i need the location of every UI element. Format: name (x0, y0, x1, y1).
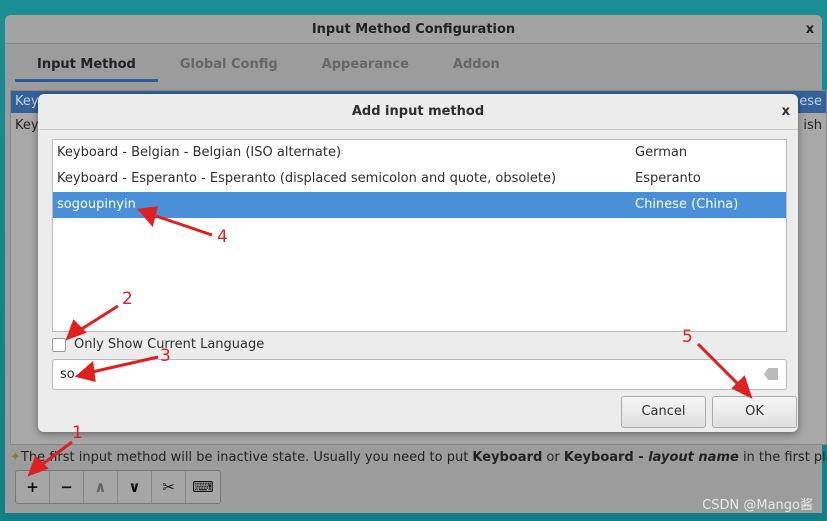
arrow-1 (39, 440, 73, 468)
annotation-4: 4 (217, 227, 228, 247)
watermark: CSDN @Mango酱 (702, 498, 813, 513)
arrow-3 (91, 355, 159, 374)
annotation-2: 2 (122, 289, 133, 309)
annotation-arrows (27, 206, 753, 477)
arrow-3-head (74, 361, 96, 382)
arrow-2-head (65, 319, 87, 341)
annotation-1: 1 (72, 423, 83, 443)
arrow-4-head (137, 206, 158, 228)
annotation-5: 5 (682, 327, 693, 347)
arrow-1-head (27, 455, 49, 477)
annotation-3: 3 (160, 346, 171, 366)
arrow-5 (696, 342, 742, 388)
arrow-4 (155, 214, 213, 237)
arrow-2 (79, 304, 119, 332)
